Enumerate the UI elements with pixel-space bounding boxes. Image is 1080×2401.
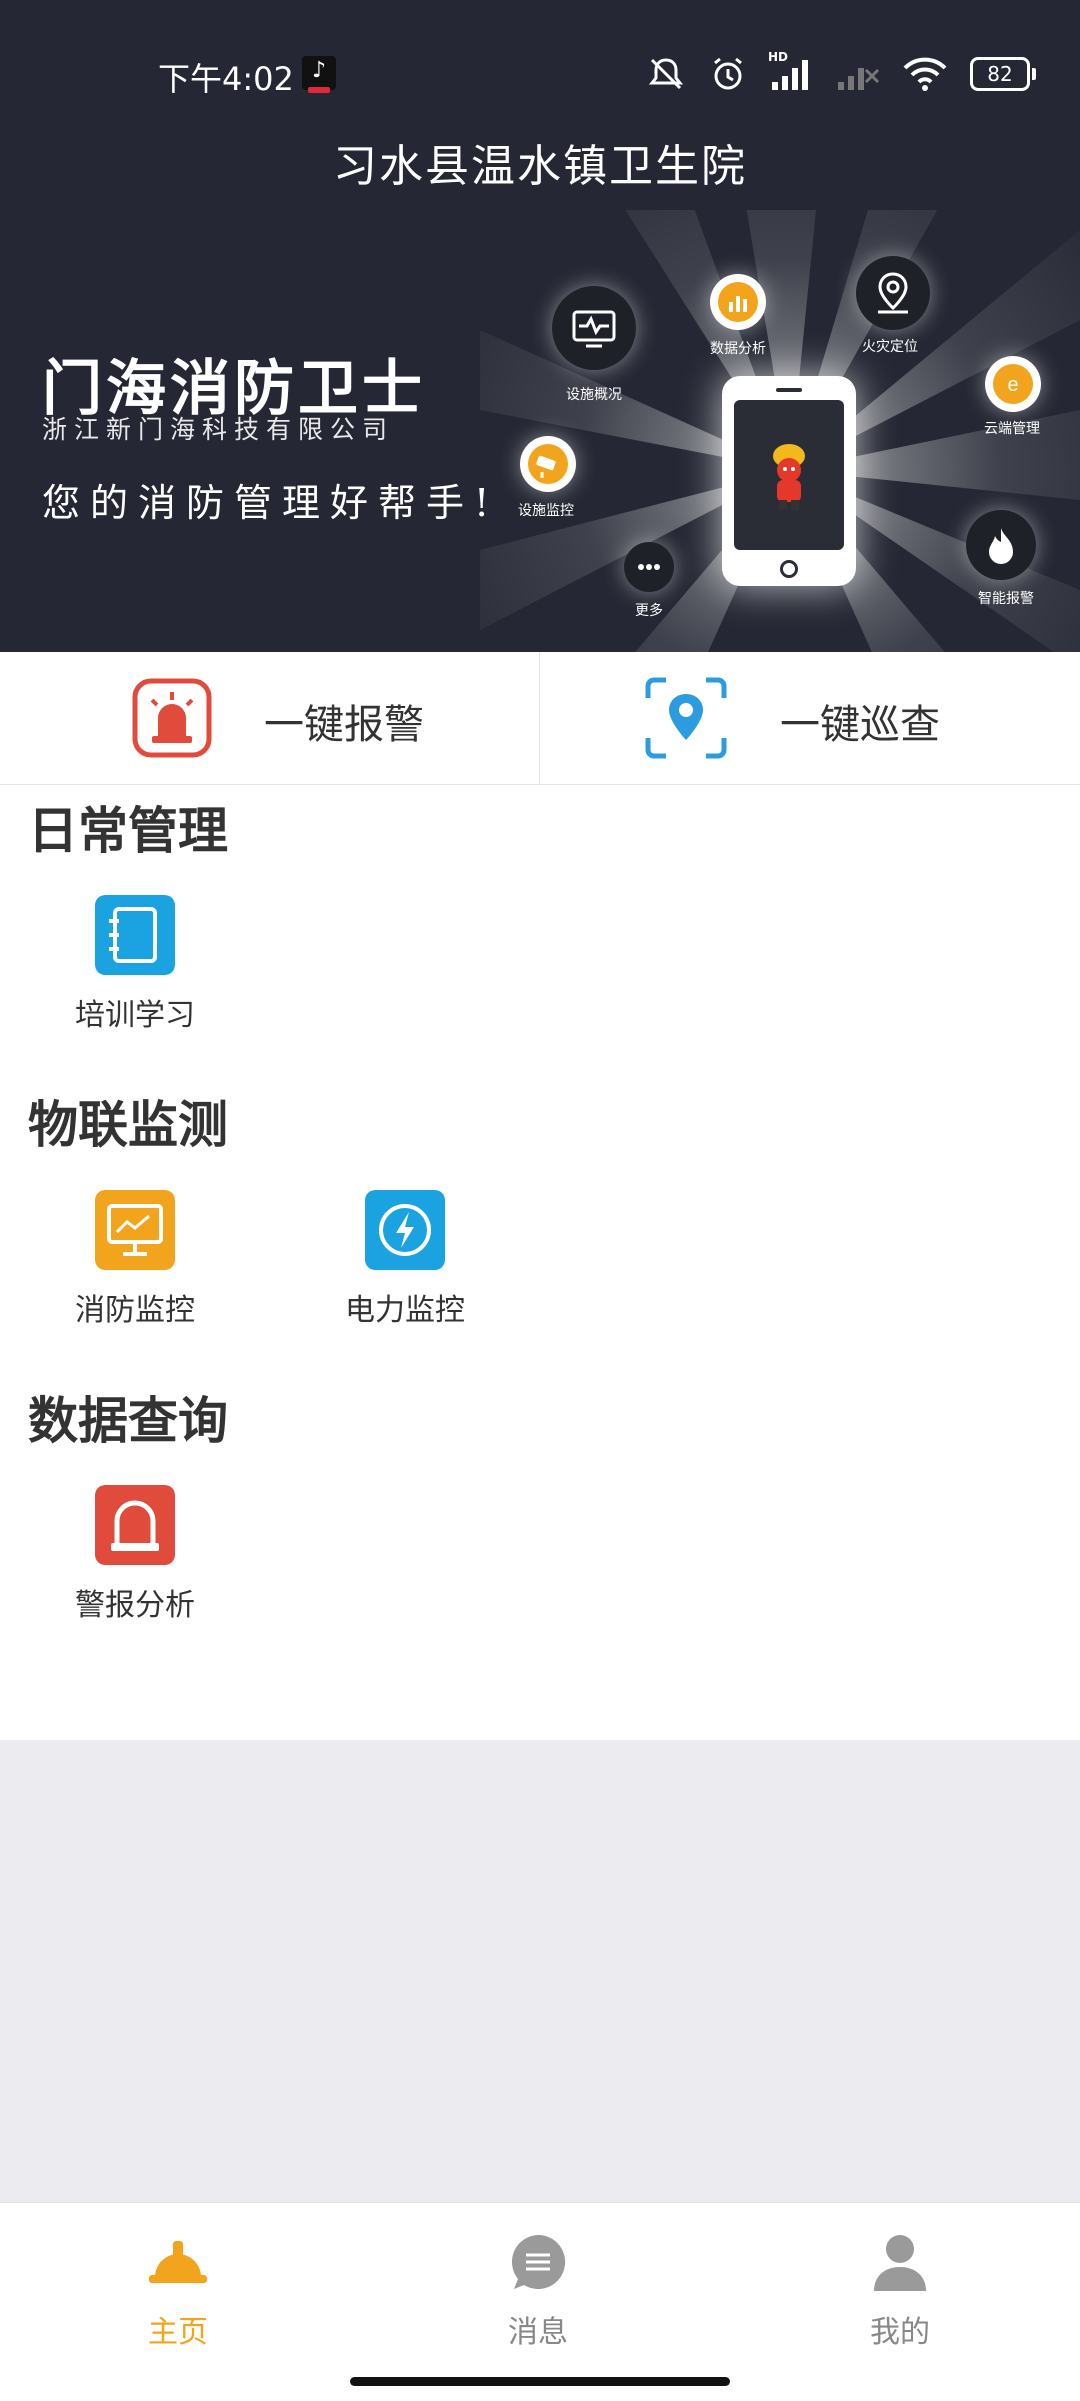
- scan-location-icon: [645, 677, 727, 759]
- section-title-daily: 日常管理: [28, 802, 228, 860]
- brand-slogan: 您的消防管理好帮手!: [42, 481, 500, 525]
- alarm-analysis-label: 警报分析: [75, 1588, 195, 1623]
- data-analysis-label: 数据分析: [710, 341, 766, 357]
- main-content: 日常管理 培训学习 物联监测 消防监控 电力监控 数据查询 警报分析: [0, 785, 1080, 1740]
- data-analysis-node: [710, 274, 766, 330]
- fireman-mascot-icon: [773, 444, 805, 510]
- section-title-query: 数据查询: [28, 1392, 228, 1450]
- one-key-alarm-label: 一键报警: [264, 702, 424, 748]
- fire-monitor-label: 消防监控: [75, 1293, 195, 1328]
- fire-location-label: 火灾定位: [862, 339, 918, 355]
- notebook-icon: [95, 895, 175, 975]
- facility-monitor-node: [520, 436, 576, 492]
- nav-messages-label: 消息: [508, 2315, 568, 2350]
- muted-bell-icon: [646, 54, 686, 94]
- power-monitor-label: 电力监控: [345, 1293, 465, 1328]
- one-key-patrol-button[interactable]: 一键巡查: [540, 652, 1080, 784]
- helmet-icon: [149, 2241, 207, 2283]
- facility-monitor-label: 设施监控: [518, 503, 574, 519]
- bottom-navigation: 主页 消息 我的: [0, 2202, 1080, 2401]
- section-title-iot: 物联监测: [28, 1096, 228, 1154]
- user-icon: [874, 2235, 926, 2291]
- smart-alarm-label: 智能报警: [978, 591, 1034, 607]
- signal-off-icon: [836, 56, 880, 92]
- page-title: 习水县温水镇卫生院: [333, 141, 747, 192]
- quick-actions: 一键报警 一键巡查: [0, 652, 1080, 785]
- more-label: 更多: [635, 603, 663, 619]
- fire-monitor-item[interactable]: 消防监控: [20, 1190, 240, 1330]
- tiktok-notification-icon: ♪: [302, 56, 336, 93]
- cloud-icon: e: [993, 364, 1033, 404]
- smart-alarm-node: [966, 510, 1036, 580]
- lightning-icon: [365, 1190, 445, 1270]
- more-dots-icon: [638, 564, 660, 570]
- alarm-light-icon: [95, 1485, 175, 1565]
- status-icons: HD 82: [646, 50, 1036, 96]
- facility-overview-node: [552, 286, 636, 370]
- status-time: 下午4:02: [158, 60, 294, 98]
- cloud-management-node: e: [985, 356, 1041, 412]
- nav-messages[interactable]: 消息: [438, 2225, 638, 2350]
- fire-location-node: [856, 256, 930, 330]
- nav-home-label: 主页: [148, 2315, 208, 2350]
- power-monitor-item[interactable]: 电力监控: [290, 1190, 510, 1330]
- svg-text:e: e: [1007, 374, 1018, 396]
- training-study-item[interactable]: 培训学习: [20, 895, 240, 1035]
- brand-company: 浙江新门海科技有限公司: [42, 415, 395, 444]
- phone-illustration: [722, 376, 856, 586]
- cloud-management-label: 云端管理: [984, 421, 1040, 437]
- header-bar: 下午4:02 ♪ HD 82 习水县温水镇卫生院: [0, 0, 1080, 210]
- nav-mine-label: 我的: [870, 2315, 930, 2350]
- training-study-label: 培训学习: [75, 998, 195, 1033]
- alarm-analysis-item[interactable]: 警报分析: [20, 1485, 240, 1625]
- siren-icon: [132, 678, 212, 758]
- nav-mine[interactable]: 我的: [800, 2225, 1000, 2350]
- nav-home[interactable]: 主页: [78, 2225, 278, 2350]
- more-node: [624, 542, 674, 592]
- bar-chart-icon: [718, 282, 758, 322]
- wifi-icon: [902, 56, 948, 92]
- message-bubble-icon: [511, 2234, 566, 2289]
- monitor-chart-icon: [95, 1190, 175, 1270]
- map-pin-icon: [878, 272, 908, 314]
- camera-icon: [528, 444, 568, 484]
- one-key-patrol-label: 一键巡查: [780, 702, 940, 748]
- promo-banner[interactable]: 门海消防卫士 浙江新门海科技有限公司 您的消防管理好帮手! 设施概况 数据分析 …: [0, 210, 1080, 652]
- flame-icon: [989, 528, 1013, 564]
- monitor-pulse-icon: [572, 310, 616, 348]
- battery-indicator: 82: [970, 57, 1036, 91]
- alarm-clock-icon: [708, 54, 748, 94]
- facility-overview-label: 设施概况: [566, 387, 622, 403]
- home-indicator[interactable]: [350, 2377, 730, 2386]
- one-key-alarm-button[interactable]: 一键报警: [0, 652, 540, 784]
- signal-hd-icon: HD: [768, 50, 814, 92]
